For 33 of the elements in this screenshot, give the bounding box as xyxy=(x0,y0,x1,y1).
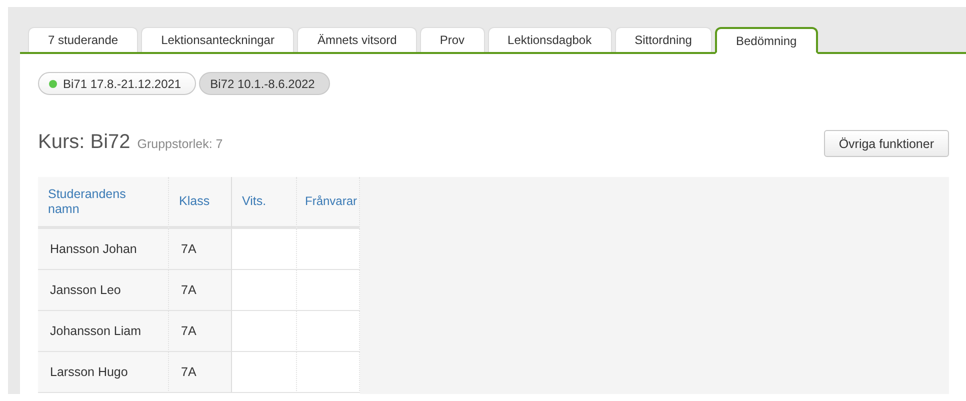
tab[interactable]: Lektionsanteckningar xyxy=(141,27,294,52)
status-dot-icon xyxy=(49,80,57,88)
tab[interactable]: 7 studerande xyxy=(28,27,138,52)
column-header[interactable]: Frånvarar xyxy=(297,177,360,229)
table-cell: 7A xyxy=(169,352,232,393)
table-cell: 7A xyxy=(169,270,232,311)
table-cell: 7A xyxy=(169,229,232,270)
table-cell: Johansson Liam xyxy=(38,311,169,352)
table-cell: 7A xyxy=(169,311,232,352)
tab[interactable]: Prov xyxy=(420,27,485,52)
column-header[interactable]: Klass xyxy=(169,177,232,229)
table-cell: Jansson Leo xyxy=(38,270,169,311)
table-cell[interactable] xyxy=(232,229,297,270)
course-title: Kurs: Bi72 xyxy=(38,131,130,154)
table-cell[interactable] xyxy=(297,229,360,270)
table-cell[interactable] xyxy=(297,352,360,393)
table-cell[interactable] xyxy=(232,311,297,352)
group-size: Gruppstorlek: 7 xyxy=(137,137,223,151)
column-header[interactable]: Vits. xyxy=(232,177,297,229)
course-pill[interactable]: Bi72 10.1.-8.6.2022 xyxy=(199,72,330,95)
table-cell: Larsson Hugo xyxy=(38,352,169,393)
tab[interactable]: Lektionsdagbok xyxy=(488,27,612,52)
course-pill[interactable]: Bi71 17.8.-21.12.2021 xyxy=(38,72,196,95)
other-functions-button[interactable]: Övriga funktioner xyxy=(824,130,949,157)
tab[interactable]: Bedömning xyxy=(714,27,818,54)
table-cell[interactable] xyxy=(232,270,297,311)
tab[interactable]: Ämnets vitsord xyxy=(297,27,417,52)
column-header[interactable]: Studerandens namn xyxy=(38,177,169,229)
table-cell[interactable] xyxy=(297,311,360,352)
table-cell[interactable] xyxy=(297,270,360,311)
tab[interactable]: Sittordning xyxy=(614,27,712,52)
table-cell: Hansson Johan xyxy=(38,229,169,270)
table-cell[interactable] xyxy=(232,352,297,393)
